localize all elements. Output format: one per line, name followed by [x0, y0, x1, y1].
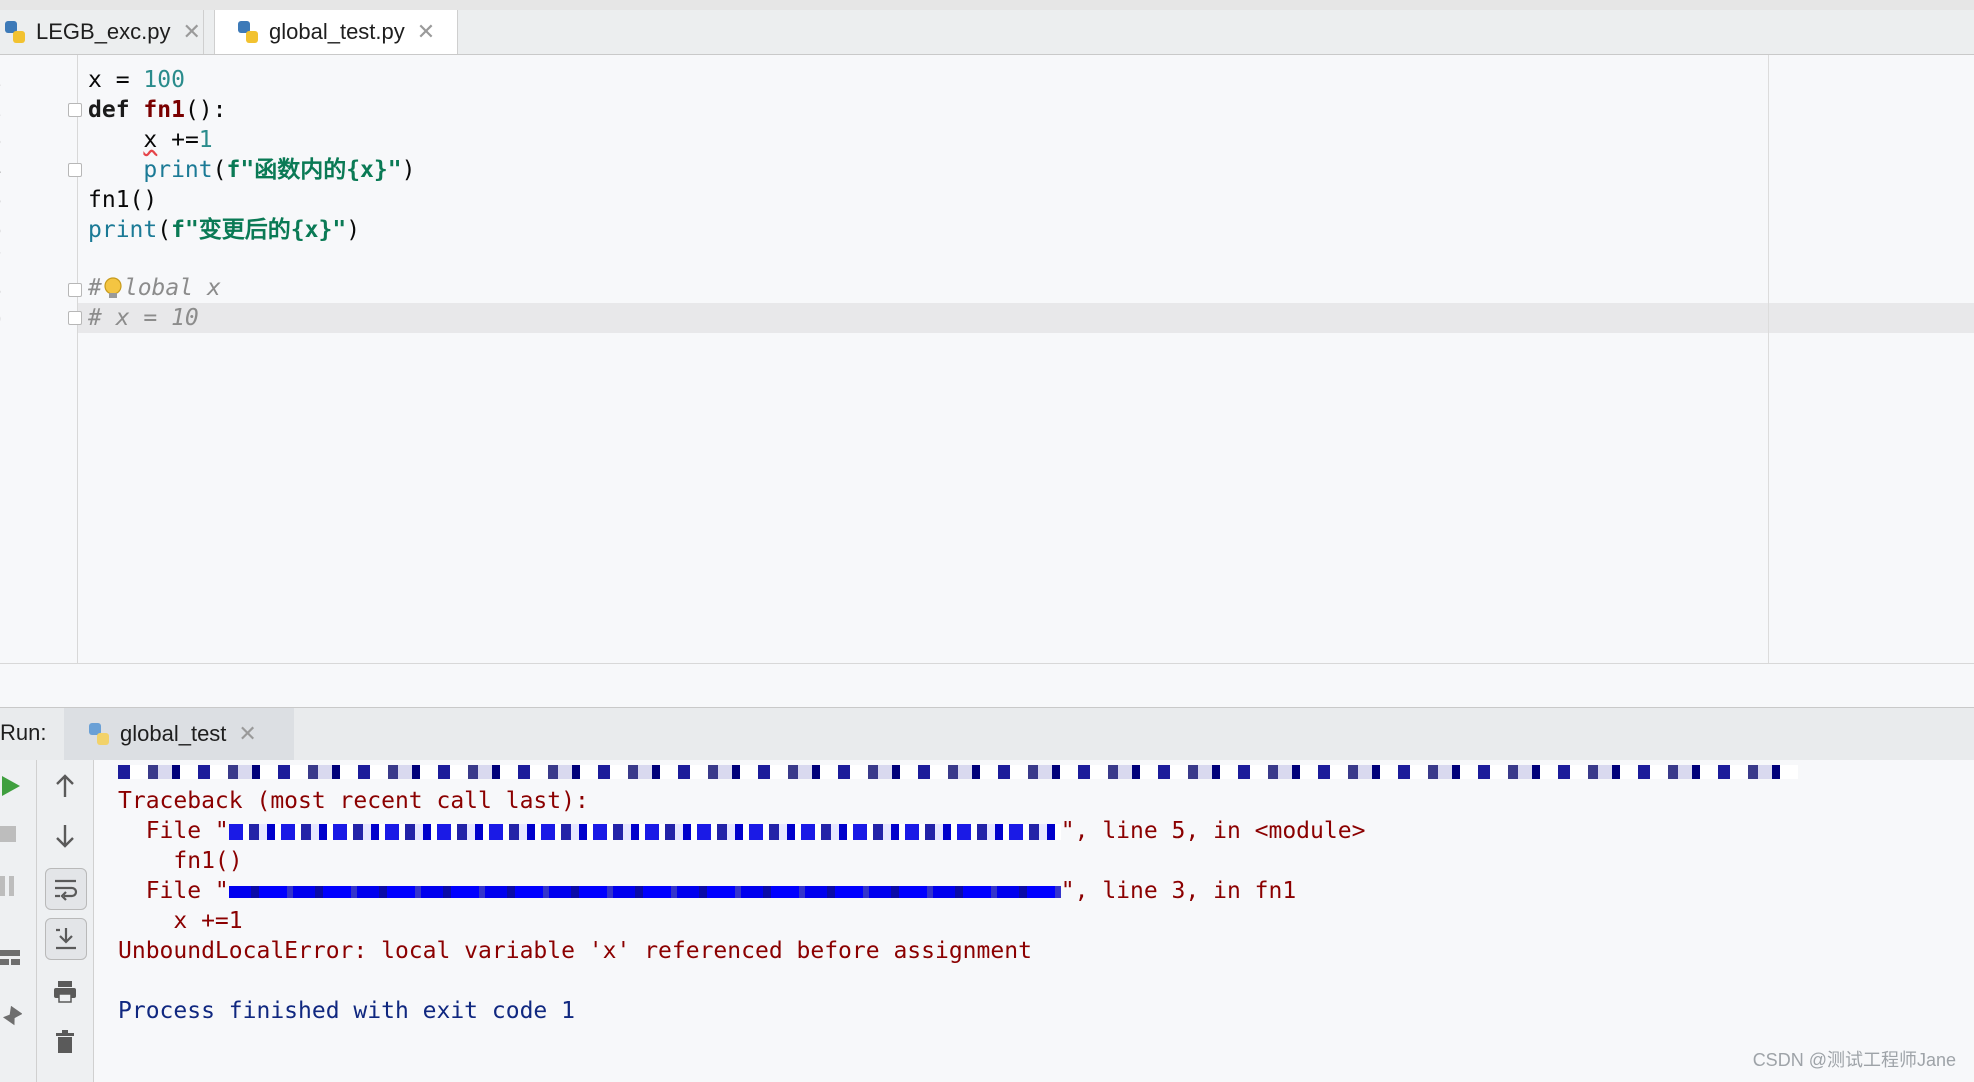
line-number: 2 [0, 99, 2, 122]
console-toolbar [37, 760, 94, 1082]
console-text: File " [118, 878, 229, 904]
line-number: 4 [0, 159, 2, 182]
code-token: ( [157, 217, 172, 243]
line-number: 6 [0, 219, 2, 242]
tab-legb-exc[interactable]: LEGB_exc.py ✕ [0, 10, 204, 54]
code-token: f"变更后的{x}" [171, 217, 347, 243]
code-token: 100 [143, 67, 185, 93]
code-token: # x = 10 [88, 305, 199, 331]
code-token: print [143, 157, 213, 183]
run-panel-header: Run: global_test ✕ [0, 707, 1974, 761]
code-token: ) [401, 157, 416, 183]
editor-bottom-area [0, 663, 1974, 708]
right-margin-guide [1768, 55, 1769, 663]
line-number: 5 [0, 189, 2, 212]
console-text: ", line 5, in <module> [1060, 818, 1366, 844]
redaction-mask [228, 823, 1061, 840]
code-token: ( [212, 157, 227, 183]
code-token: print [88, 217, 158, 243]
code-line-5: fn1() [88, 185, 157, 215]
line-number-gutter: 1 2 3 4 5 6 7 8 9 [0, 55, 82, 663]
code-token: x [143, 127, 158, 153]
traceback-header: Traceback (most recent call last): [118, 788, 589, 814]
python-file-icon [5, 21, 25, 43]
line-number: 3 [0, 129, 2, 152]
code-token: fn1 [143, 97, 185, 123]
redaction-mask [228, 885, 1061, 898]
arrow-down-icon [56, 825, 74, 848]
close-icon[interactable]: ✕ [183, 19, 201, 45]
run-tab-global-test[interactable]: global_test ✕ [64, 708, 294, 760]
process-exit-message: Process finished with exit code 1 [118, 998, 575, 1024]
scroll-up-button[interactable] [45, 766, 85, 806]
run-tab-label: global_test [120, 721, 227, 746]
error-message: UnboundLocalError: local variable 'x' re… [118, 938, 1032, 964]
code-token: f"函数内的{x}" [226, 157, 402, 183]
code-editor[interactable]: 1 2 3 4 5 6 7 8 9 x = 100 def fn1(): x +… [0, 55, 1974, 663]
code-token: 1 [198, 127, 213, 153]
traceback-file-line: File " ", line 3, in fn1 [118, 876, 1297, 906]
printer-icon [54, 981, 76, 1003]
python-run-config-icon [89, 723, 109, 745]
fold-marker-icon[interactable] [68, 103, 82, 117]
rerun-icon[interactable] [0, 774, 22, 798]
pause-icon[interactable] [0, 876, 16, 898]
tab-label: LEGB_exc.py [36, 19, 171, 44]
scroll-to-end-icon [56, 928, 76, 950]
code-token: ) [346, 217, 361, 243]
redacted-command-line [118, 756, 1798, 786]
close-icon[interactable]: ✕ [417, 19, 435, 45]
fold-marker-icon[interactable] [68, 163, 82, 177]
print-button[interactable] [45, 972, 85, 1012]
code-line-6: print(f"变更后的{x}") [88, 215, 360, 245]
traceback-code-line: fn1() [118, 848, 243, 874]
code-line-4: print(f"函数内的{x}") [88, 155, 415, 185]
code-line-1: x = 100 [88, 65, 185, 95]
code-line-8: # lobal x [88, 273, 221, 303]
current-line-highlight [0, 303, 1974, 333]
redaction-mask [118, 764, 1798, 779]
console-text: File " [118, 818, 229, 844]
code-token: += [157, 127, 199, 153]
close-icon[interactable]: ✕ [238, 721, 256, 747]
layout-icon[interactable] [0, 948, 22, 968]
soft-wrap-button[interactable] [45, 868, 87, 910]
code-token: fn1() [88, 187, 158, 213]
pin-icon[interactable] [0, 1006, 22, 1032]
traceback-code-line: x +=1 [118, 908, 243, 934]
editor-tab-bar: LEGB_exc.py ✕ global_test.py ✕ [0, 10, 1974, 55]
clear-console-button[interactable] [45, 1022, 85, 1062]
code-token: lobal x [123, 275, 221, 301]
line-number: 7 [0, 249, 2, 272]
code-token: def [88, 97, 130, 123]
code-token: # [88, 275, 102, 301]
code-token: x = [88, 67, 144, 93]
tab-global-test[interactable]: global_test.py ✕ [214, 10, 458, 54]
scroll-down-button[interactable] [45, 816, 85, 856]
python-file-icon [238, 21, 258, 43]
line-number: 9 [0, 309, 2, 332]
code-line-9: # x = 10 [88, 303, 199, 333]
trash-icon [56, 1030, 74, 1053]
fold-marker-icon[interactable] [68, 283, 82, 297]
tab-label: global_test.py [269, 19, 405, 44]
watermark: CSDN @测试工程师Jane [1752, 1050, 1956, 1070]
traceback-file-line: File " ", line 5, in <module> [118, 816, 1366, 846]
line-number: 1 [0, 69, 2, 92]
stop-icon[interactable] [0, 826, 18, 844]
soft-wrap-icon [55, 879, 78, 901]
run-label: Run: [0, 720, 47, 745]
console-text: ", line 3, in fn1 [1060, 878, 1297, 904]
arrow-up-icon [56, 774, 74, 797]
code-line-3: x +=1 [88, 125, 213, 155]
lightbulb-icon[interactable] [102, 276, 124, 302]
code-token: (): [184, 97, 227, 123]
run-controls [0, 760, 37, 1082]
line-number: 8 [0, 279, 2, 302]
console-output[interactable]: Traceback (most recent call last): File … [94, 760, 1974, 1082]
code-line-2: def fn1(): [88, 95, 227, 125]
scroll-to-end-button[interactable] [45, 918, 87, 960]
fold-marker-icon[interactable] [68, 311, 82, 325]
